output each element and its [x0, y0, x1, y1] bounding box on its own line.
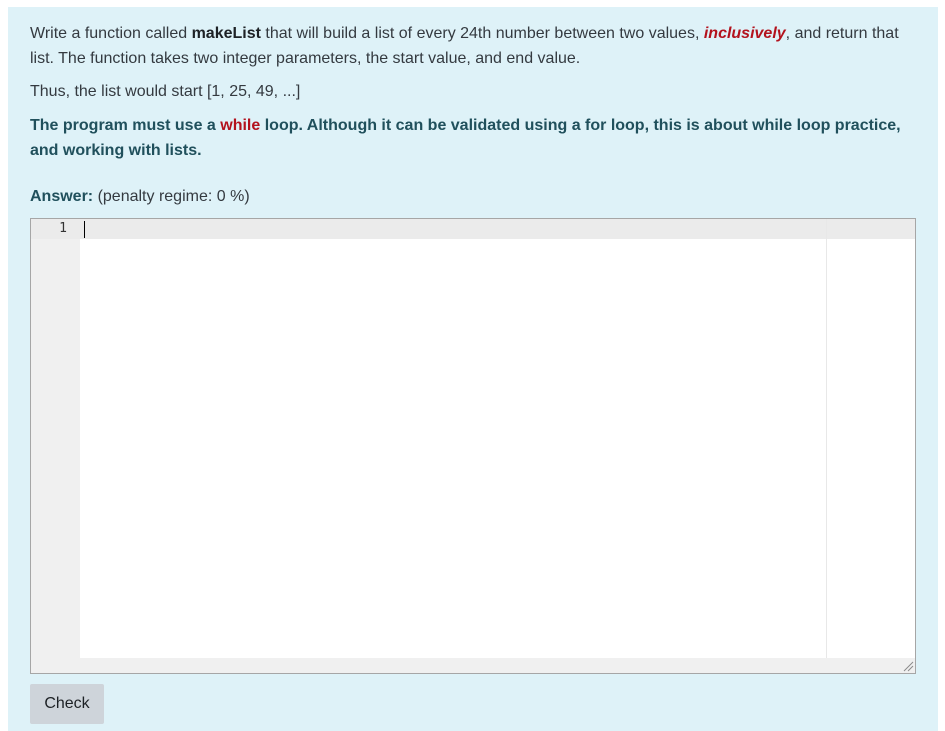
emphasis-inclusively: inclusively: [703, 25, 786, 42]
question-paragraph-1: Write a function called makeList that wi…: [30, 21, 920, 71]
question-paragraph-3: The program must use a while loop. Altho…: [30, 113, 920, 163]
answer-header: Answer: (penalty regime: 0 %): [30, 185, 250, 209]
line-number: 1: [59, 221, 67, 236]
resize-handle-icon[interactable]: [902, 660, 914, 672]
emphasis-while: while: [220, 117, 261, 134]
penalty-regime: (penalty regime: 0 %): [97, 188, 250, 205]
question-text: Write a function called makeList that wi…: [30, 21, 920, 163]
print-margin: [826, 219, 827, 673]
answer-label: Answer:: [30, 188, 94, 205]
check-button[interactable]: Check: [30, 684, 104, 724]
editor-gutter: [31, 219, 80, 673]
code-editor[interactable]: 1: [30, 218, 916, 674]
question-panel: Write a function called makeList that wi…: [8, 7, 938, 731]
text-cursor: [84, 221, 85, 238]
question-text-part: The program must use a: [30, 117, 221, 134]
question-text-part: Write a function called: [30, 25, 192, 42]
question-text-part: that will build a list of every 24th num…: [260, 25, 704, 42]
editor-bottom-strip: [31, 658, 915, 673]
code-input-area[interactable]: [80, 219, 915, 673]
function-name: makeList: [191, 25, 261, 42]
question-paragraph-2: Thus, the list would start [1, 25, 49, .…: [30, 83, 301, 100]
